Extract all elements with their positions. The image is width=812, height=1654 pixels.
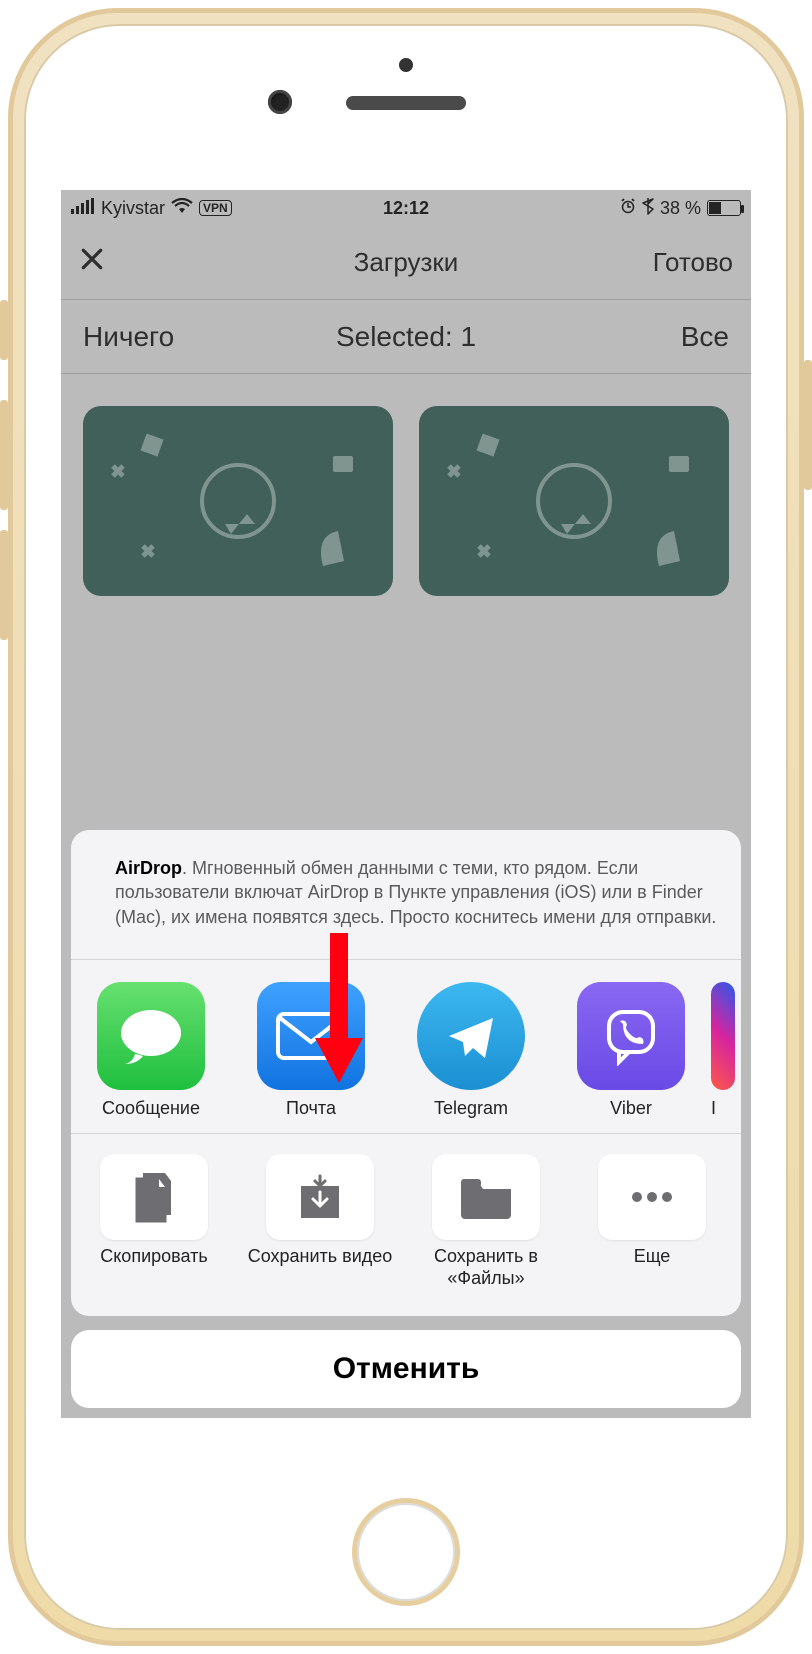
- airdrop-section: AirDrop. Мгновенный обмен данными с теми…: [71, 830, 741, 960]
- cancel-label: Отменить: [333, 1352, 480, 1386]
- save-video-icon: [266, 1154, 374, 1240]
- airdrop-text: AirDrop. Мгновенный обмен данными с теми…: [115, 856, 719, 929]
- action-label: Скопировать: [100, 1246, 208, 1290]
- home-button[interactable]: [352, 1498, 460, 1606]
- app-label: Почта: [286, 1098, 336, 1119]
- app-label: Сообщение: [102, 1098, 200, 1119]
- folder-icon: [432, 1154, 540, 1240]
- share-app-instagram[interactable]: I: [711, 982, 741, 1119]
- action-more[interactable]: Еще: [569, 1154, 735, 1290]
- action-label: Сохранить видео: [248, 1246, 393, 1290]
- share-sheet: AirDrop. Мгновенный обмен данными с теми…: [71, 830, 741, 1408]
- share-app-telegram[interactable]: Telegram: [391, 982, 551, 1119]
- action-save-video[interactable]: Сохранить видео: [237, 1154, 403, 1290]
- share-app-messages[interactable]: Сообщение: [71, 982, 231, 1119]
- share-app-mail[interactable]: Почта: [231, 982, 391, 1119]
- app-label: Telegram: [434, 1098, 508, 1119]
- action-copy[interactable]: Скопировать: [71, 1154, 237, 1290]
- viber-icon: [577, 982, 685, 1090]
- more-icon: [598, 1154, 706, 1240]
- action-label: Еще: [634, 1246, 671, 1290]
- mail-icon: [257, 982, 365, 1090]
- messages-icon: [97, 982, 205, 1090]
- cancel-button[interactable]: Отменить: [71, 1330, 741, 1408]
- action-label: Сохранить в «Файлы»: [403, 1246, 569, 1290]
- screen: Kyivstar VPN 12:12 38 % Загрузки Готово …: [61, 190, 751, 1418]
- instagram-icon: [711, 982, 735, 1090]
- app-label: Viber: [610, 1098, 652, 1119]
- copy-icon: [100, 1154, 208, 1240]
- telegram-icon: [417, 982, 525, 1090]
- share-app-viber[interactable]: Viber: [551, 982, 711, 1119]
- action-save-files[interactable]: Сохранить в «Файлы»: [403, 1154, 569, 1290]
- app-label: I: [711, 1098, 716, 1119]
